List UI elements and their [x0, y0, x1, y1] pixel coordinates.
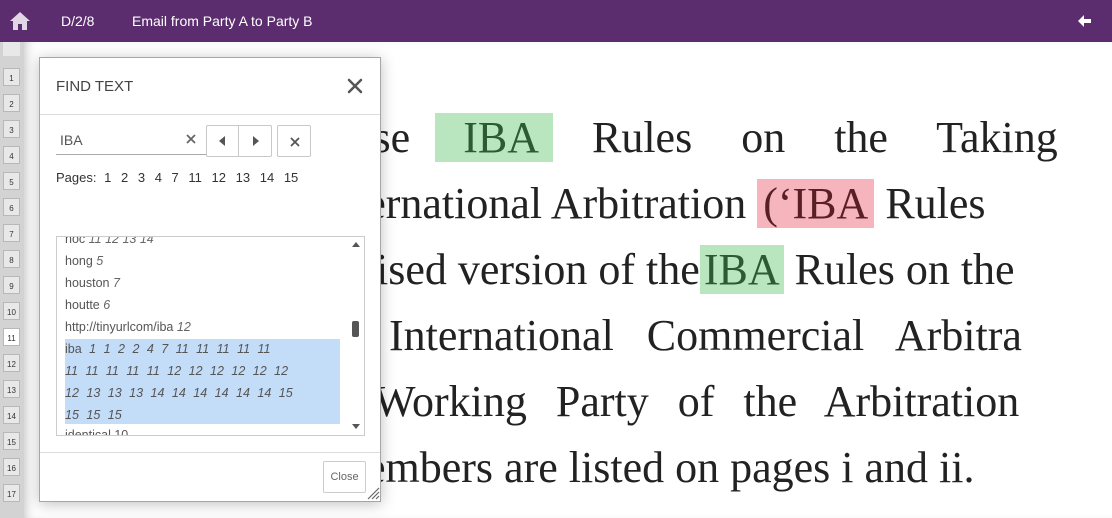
page-tab[interactable]: 15: [3, 432, 20, 450]
page-tab[interactable]: 16: [3, 458, 20, 476]
scrollbar-thumb[interactable]: [352, 321, 359, 337]
list-item[interactable]: identical 10: [65, 428, 128, 435]
selected-item-line: 12 13 13 13 14 14 14 14 14 14 15: [65, 386, 293, 400]
list-item[interactable]: http://tinyurlcom/iba 12: [65, 320, 191, 334]
page-tab[interactable]: 7: [3, 224, 20, 242]
search-hit[interactable]: IBA: [699, 245, 784, 294]
document-id: D/2/8: [61, 13, 95, 29]
top-bar: D/2/8 Email from Party A to Party B: [0, 0, 1112, 42]
page-tab[interactable]: 4: [3, 146, 20, 164]
scrollbar[interactable]: [348, 237, 364, 435]
next-match-button[interactable]: [240, 126, 272, 156]
close-button[interactable]: Close: [323, 461, 366, 493]
search-nav-buttons: [206, 125, 272, 157]
page-link[interactable]: 12: [212, 170, 226, 185]
page-tab[interactable]: 17: [3, 484, 20, 502]
page-tab-active[interactable]: 11: [3, 328, 20, 346]
document-title: Email from Party A to Party B: [132, 13, 313, 29]
page-tab[interactable]: 9: [3, 276, 20, 294]
page-link[interactable]: 2: [121, 170, 128, 185]
resize-grip-icon[interactable]: [364, 484, 380, 500]
page-tab[interactable]: 10: [3, 302, 20, 320]
word-index-list[interactable]: hoc 11 12 13 14 hong 5 houston 7 houtte …: [56, 236, 365, 436]
pages-label: Pages:: [56, 170, 97, 185]
page-tab[interactable]: 2: [3, 94, 20, 112]
divider: [40, 114, 380, 115]
clear-icon[interactable]: [185, 133, 197, 145]
search-field: [56, 125, 206, 155]
divider: [40, 452, 380, 453]
document-line: Working Party of the Arbitration: [374, 377, 1020, 426]
selected-item-line: 11 11 11 11 11 12 12 12 12 12 12: [65, 364, 289, 378]
page-link[interactable]: 15: [284, 170, 298, 185]
page-link[interactable]: 7: [172, 170, 179, 185]
page-tab[interactable]: 1: [3, 68, 20, 86]
document-line: ese IBA Rules on the Taking: [354, 113, 1058, 162]
close-search-button[interactable]: [277, 125, 311, 157]
page-link[interactable]: 13: [236, 170, 250, 185]
document-line: embers are listed on pages i and ii.: [366, 443, 975, 492]
close-icon: [290, 137, 300, 147]
page-link[interactable]: 3: [138, 170, 145, 185]
list-item[interactable]: hoc 11 12 13 14: [65, 237, 154, 246]
dialog-title: FIND TEXT: [56, 78, 134, 95]
page-link[interactable]: 11: [188, 170, 202, 185]
find-text-dialog: FIND TEXT Pages: 1 2 3 4 7 11: [39, 57, 381, 502]
page-link[interactable]: 14: [260, 170, 274, 185]
page-link[interactable]: 1: [104, 170, 111, 185]
list-item[interactable]: houston 7: [65, 276, 120, 290]
selected-item-line: iba 1 1 2 2 4 7 11 11 11 11 11: [65, 342, 271, 356]
page-tab[interactable]: 14: [3, 406, 20, 424]
home-icon[interactable]: [8, 9, 32, 33]
back-arrow-icon[interactable]: [1075, 11, 1095, 31]
document-line: International Commercial Arbitra: [389, 311, 1022, 360]
page-tab[interactable]: 12: [3, 354, 20, 372]
close-icon[interactable]: [346, 77, 364, 95]
scroll-down-icon[interactable]: [351, 423, 361, 431]
pages-list: Pages: 1 2 3 4 7 11 12 13 14 15: [56, 170, 304, 185]
search-hit[interactable]: IBA: [435, 113, 553, 162]
page-tab[interactable]: 5: [3, 172, 20, 190]
page-tab[interactable]: 8: [3, 250, 20, 268]
scroll-up-icon[interactable]: [351, 240, 361, 248]
page-strip-corner: [3, 42, 20, 56]
page-tab[interactable]: 13: [3, 380, 20, 398]
previous-match-button[interactable]: [207, 126, 239, 156]
search-input[interactable]: [60, 129, 180, 151]
page-tab[interactable]: 3: [3, 120, 20, 138]
triangle-right-icon: [253, 136, 259, 146]
triangle-left-icon: [219, 136, 225, 146]
page-strip: 1 2 3 4 5 6 7 8 9 10 11 12 13 14 15 16 1…: [0, 42, 24, 518]
page-link[interactable]: 4: [155, 170, 162, 185]
document-line: ternational Arbitration (‘IBA Rules: [354, 179, 986, 228]
search-hit-current[interactable]: (‘IBA: [757, 179, 875, 228]
page-tab[interactable]: 6: [3, 198, 20, 216]
document-line: vised version of theIBA Rules on the: [354, 245, 1015, 294]
list-item[interactable]: houtte 6: [65, 298, 110, 312]
list-item[interactable]: hong 5: [65, 254, 103, 268]
selected-item-line: 15 15 15: [65, 408, 122, 422]
